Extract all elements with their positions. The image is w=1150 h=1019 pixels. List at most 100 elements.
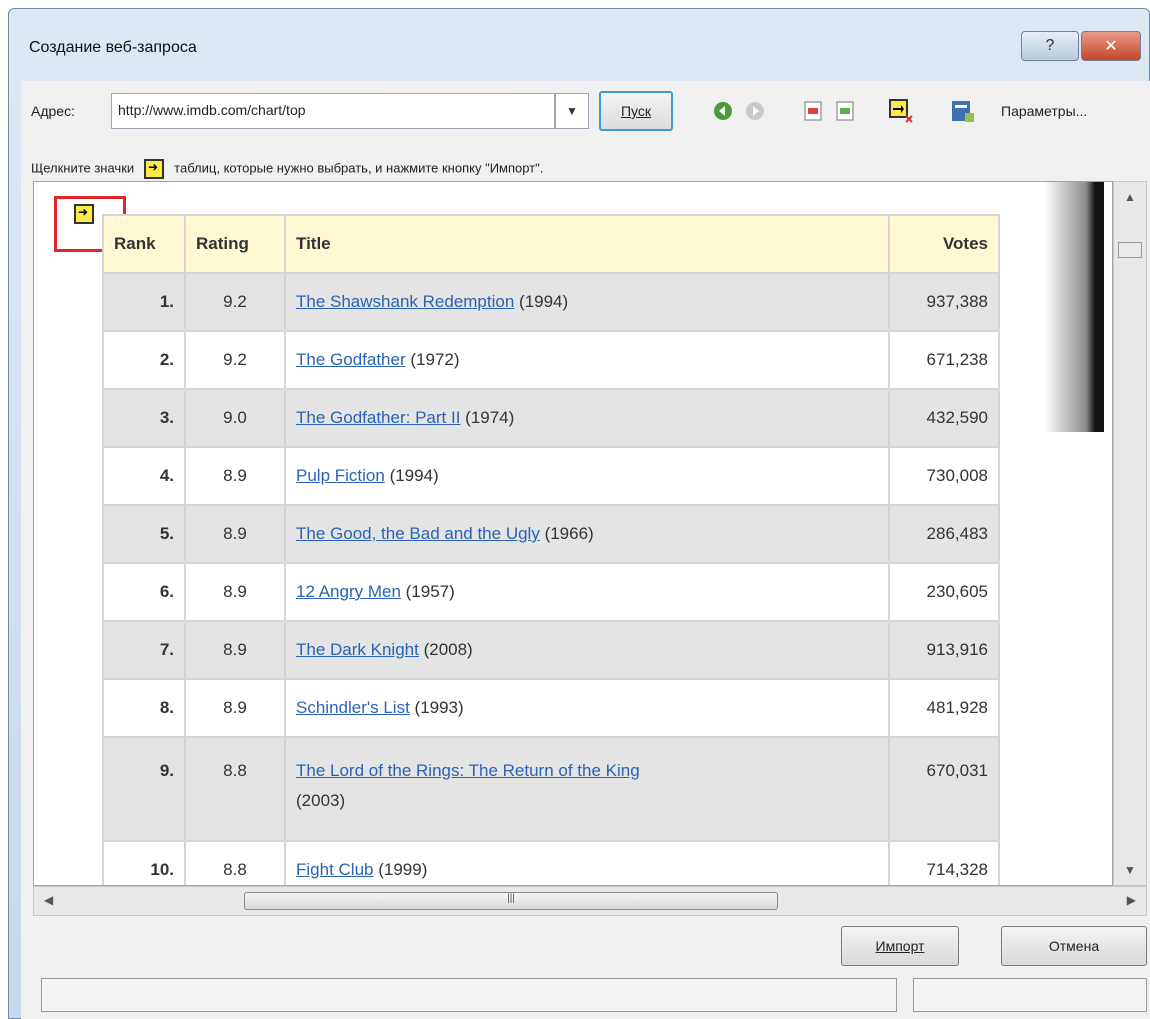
rank-cell: 3. xyxy=(102,388,186,448)
table-header-row: Rank Rating Title Votes xyxy=(102,214,1000,274)
rank-cell: 10. xyxy=(102,840,186,885)
movie-link[interactable]: The Lord of the Rings: The Return of the… xyxy=(296,761,640,780)
cancel-button[interactable]: Отмена xyxy=(1001,926,1147,966)
movie-link[interactable]: Pulp Fiction xyxy=(296,466,385,485)
title-bar[interactable]: Создание веб-запроса ? ✕ xyxy=(9,9,1149,81)
horizontal-scroll-thumb[interactable]: ||| xyxy=(244,892,778,910)
table-row: 4. 8.9 Pulp Fiction (1994) 730,008 xyxy=(102,446,1000,506)
options-button[interactable] xyxy=(951,99,975,123)
instruction-text: Щелкните значки таблиц, которые нужно выб… xyxy=(31,159,543,179)
page-sidebar-gradient xyxy=(1044,182,1104,432)
help-button[interactable]: ? xyxy=(1021,31,1079,61)
votes-cell: 671,238 xyxy=(888,330,1000,390)
close-button[interactable]: ✕ xyxy=(1081,31,1141,61)
rank-cell: 5. xyxy=(102,504,186,564)
vertical-scroll-thumb[interactable] xyxy=(1118,242,1142,258)
votes-cell: 481,928 xyxy=(888,678,1000,738)
rating-cell: 8.9 xyxy=(184,504,286,564)
title-cell: The Godfather: Part II (1974) xyxy=(284,388,890,448)
forward-icon xyxy=(746,102,764,120)
stop-icon xyxy=(804,101,822,121)
votes-cell: 937,388 xyxy=(888,272,1000,332)
scroll-right-icon[interactable]: ▶ xyxy=(1127,893,1136,907)
header-rating: Rating xyxy=(184,214,286,274)
title-cell: Pulp Fiction (1994) xyxy=(284,446,890,506)
stop-button[interactable] xyxy=(801,99,825,123)
forward-button[interactable] xyxy=(743,99,767,123)
refresh-icon xyxy=(836,101,854,121)
rating-cell: 8.8 xyxy=(184,736,286,842)
votes-cell: 913,916 xyxy=(888,620,1000,680)
dialog-title: Создание веб-запроса xyxy=(29,39,197,56)
votes-cell: 432,590 xyxy=(888,388,1000,448)
show-icons-button[interactable] xyxy=(889,99,913,123)
top-movies-table: Rank Rating Title Votes 1. 9.2 The Shaws… xyxy=(102,214,1000,885)
table-row: 2. 9.2 The Godfather (1972) 671,238 xyxy=(102,330,1000,390)
movie-year: (1966) xyxy=(544,524,594,543)
title-cell: 12 Angry Men (1957) xyxy=(284,562,890,622)
vertical-scrollbar[interactable]: ▲ ▼ xyxy=(1113,181,1147,886)
title-cell: The Good, the Bad and the Ugly (1966) xyxy=(284,504,890,564)
movie-link[interactable]: The Good, the Bad and the Ugly xyxy=(296,524,540,543)
back-icon xyxy=(714,102,732,120)
rank-cell: 9. xyxy=(102,736,186,842)
scroll-up-icon[interactable]: ▲ xyxy=(1124,190,1136,204)
movie-link[interactable]: 12 Angry Men xyxy=(296,582,401,601)
rank-cell: 4. xyxy=(102,446,186,506)
rating-cell: 8.9 xyxy=(184,678,286,738)
movie-link[interactable]: The Shawshank Redemption xyxy=(296,292,514,311)
rating-cell: 8.8 xyxy=(184,840,286,885)
title-cell: The Dark Knight (2008) xyxy=(284,620,890,680)
table-arrow-icon xyxy=(889,99,913,123)
web-query-dialog: Создание веб-запроса ? ✕ Адрес: http://w… xyxy=(8,8,1150,1019)
rating-cell: 8.9 xyxy=(184,562,286,622)
address-label: Адрес: xyxy=(31,103,75,119)
movie-link[interactable]: The Godfather xyxy=(296,350,406,369)
address-dropdown-button[interactable]: ▼ xyxy=(555,93,589,129)
chevron-down-icon: ▼ xyxy=(566,104,578,118)
web-preview-pane: Rank Rating Title Votes 1. 9.2 The Shaws… xyxy=(33,181,1113,886)
votes-cell: 286,483 xyxy=(888,504,1000,564)
address-input[interactable]: http://www.imdb.com/chart/top xyxy=(111,93,555,129)
header-title: Title xyxy=(284,214,890,274)
table-row: 1. 9.2 The Shawshank Redemption (1994) 9… xyxy=(102,272,1000,332)
options-icon xyxy=(952,101,974,122)
go-button[interactable]: Пуск xyxy=(599,91,673,131)
horizontal-scrollbar[interactable]: ◀ ||| ▶ xyxy=(33,886,1147,916)
rank-cell: 8. xyxy=(102,678,186,738)
status-bar-main xyxy=(41,978,897,1012)
table-row: 5. 8.9 The Good, the Bad and the Ugly (1… xyxy=(102,504,1000,564)
movie-link[interactable]: The Godfather: Part II xyxy=(296,408,460,427)
votes-cell: 230,605 xyxy=(888,562,1000,622)
scroll-down-icon[interactable]: ▼ xyxy=(1124,863,1136,877)
movie-year: (1974) xyxy=(465,408,515,427)
table-row: 6. 8.9 12 Angry Men (1957) 230,605 xyxy=(102,562,1000,622)
movie-link[interactable]: The Dark Knight xyxy=(296,640,419,659)
movie-year: (1999) xyxy=(378,860,428,879)
movie-link[interactable]: Schindler's List xyxy=(296,698,410,717)
instruction-after: таблиц, которые нужно выбрать, и нажмите… xyxy=(174,160,544,176)
table-select-marker-icon[interactable] xyxy=(74,204,94,224)
scroll-left-icon[interactable]: ◀ xyxy=(44,893,53,907)
votes-cell: 714,328 xyxy=(888,840,1000,885)
title-cell: The Lord of the Rings: The Return of the… xyxy=(284,736,890,842)
options-label[interactable]: Параметры... xyxy=(1001,103,1087,119)
back-button[interactable] xyxy=(711,99,735,123)
movie-year: (1957) xyxy=(405,582,455,601)
import-button[interactable]: Импорт xyxy=(841,926,959,966)
status-bar-secondary xyxy=(913,978,1147,1012)
rating-cell: 9.0 xyxy=(184,388,286,448)
movie-year: (1993) xyxy=(414,698,464,717)
header-rank: Rank xyxy=(102,214,186,274)
votes-cell: 730,008 xyxy=(888,446,1000,506)
movie-year: (1972) xyxy=(410,350,460,369)
title-cell: Fight Club (1999) xyxy=(284,840,890,885)
table-row: 10. 8.8 Fight Club (1999) 714,328 xyxy=(102,840,1000,885)
rating-cell: 9.2 xyxy=(184,330,286,390)
refresh-button[interactable] xyxy=(833,99,857,123)
instruction-before: Щелкните значки xyxy=(31,160,135,176)
table-row: 8. 8.9 Schindler's List (1993) 481,928 xyxy=(102,678,1000,738)
movie-year: (2003) xyxy=(296,791,346,810)
movie-link[interactable]: Fight Club xyxy=(296,860,373,879)
rank-cell: 2. xyxy=(102,330,186,390)
